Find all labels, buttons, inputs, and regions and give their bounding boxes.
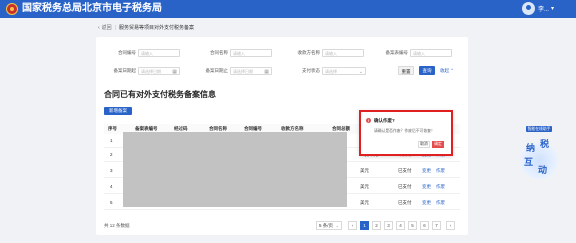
page-button[interactable]: 6 bbox=[420, 221, 429, 230]
breadcrumb: ‹ 返回 | 服务贸易等项目对外支付税务备案 bbox=[98, 24, 194, 32]
page-button[interactable]: 7 bbox=[432, 221, 441, 230]
page-button[interactable]: 3 bbox=[384, 221, 393, 230]
pay-status-select[interactable]: 请选择 ⌄ bbox=[322, 67, 366, 75]
contract-name-input[interactable]: 请输入 bbox=[230, 49, 272, 57]
date-start-picker[interactable]: 请选择日期 ▦ bbox=[138, 67, 180, 75]
assistant-char: 纳 bbox=[526, 143, 536, 153]
payee-name-input[interactable]: 请输入 bbox=[322, 49, 364, 57]
cancel-button[interactable]: 取消 bbox=[418, 141, 430, 148]
assistant-badge[interactable]: 智能在线助手 bbox=[526, 126, 552, 132]
back-arrow-icon[interactable]: ‹ bbox=[98, 24, 100, 32]
payee-name-label: 收款方名称 bbox=[297, 50, 321, 55]
void-link[interactable]: 作废 bbox=[436, 197, 445, 209]
record-no-label: 备案表编号 bbox=[385, 50, 409, 55]
confirm-title: 确认作废? bbox=[374, 118, 395, 123]
chevron-down-icon: ⌄ bbox=[335, 223, 339, 228]
page-size-select[interactable]: 5 条/页 ⌄ bbox=[316, 221, 342, 230]
date-start-label: 备案日期起 bbox=[113, 68, 137, 73]
modify-link[interactable]: 变更 bbox=[422, 181, 431, 193]
pagination-total: 共 12 条数据 bbox=[104, 223, 130, 228]
status-cell: 已支付 bbox=[398, 184, 412, 189]
void-link[interactable]: 作废 bbox=[436, 165, 445, 177]
row-index: 1 bbox=[110, 138, 113, 143]
status-cell: 已支付 bbox=[398, 168, 412, 173]
breadcrumb-separator: | bbox=[114, 25, 116, 31]
user-menu[interactable]: 李... ▾ bbox=[521, 2, 554, 15]
currency-cell: 美元 bbox=[360, 200, 369, 205]
confirm-button[interactable]: 确定 bbox=[432, 141, 444, 148]
tax-emblem-icon bbox=[6, 3, 18, 15]
avatar[interactable] bbox=[521, 2, 535, 15]
page-button[interactable]: 5 bbox=[408, 221, 417, 230]
chevron-down-icon[interactable]: ▾ bbox=[551, 5, 554, 12]
date-end-label: 备案日期止 bbox=[205, 68, 229, 73]
assistant-char: 互 bbox=[524, 157, 534, 167]
calendar-icon: ▦ bbox=[264, 69, 269, 75]
contract-name-label: 合同名称 bbox=[210, 50, 228, 55]
add-record-button[interactable]: 新增备案 bbox=[104, 107, 132, 115]
tax-assistant-widget[interactable]: 纳 税 互 动 bbox=[516, 137, 560, 179]
modify-link[interactable]: 变更 bbox=[422, 197, 431, 209]
redacted-region bbox=[123, 132, 347, 207]
contract-no-label: 合同编号 bbox=[118, 50, 136, 55]
pay-status-label: 支付状态 bbox=[302, 68, 320, 73]
prev-page-button[interactable]: ‹ bbox=[348, 221, 357, 230]
app-title: 国家税务总局北京市电子税务局 bbox=[22, 3, 162, 14]
chevron-down-icon: ⌄ bbox=[358, 69, 363, 75]
chevron-up-icon: ⌃ bbox=[450, 68, 455, 73]
date-end-picker[interactable]: 请选择日期 ▦ bbox=[230, 67, 272, 75]
top-bar: 国家税务总局北京市电子税务局 李... ▾ bbox=[0, 0, 576, 18]
next-page-button[interactable]: › bbox=[446, 221, 455, 230]
status-cell: 已支付 bbox=[398, 200, 412, 205]
row-index: 2 bbox=[110, 152, 113, 157]
page-title: 服务贸易等项目对外支付税务备案 bbox=[119, 25, 195, 31]
assistant-char: 税 bbox=[540, 139, 550, 149]
back-link[interactable]: 返回 bbox=[102, 24, 112, 32]
void-confirm-popover: ! 确认作废? 请确认是否作废？作废后不可恢复！ 取消 确定 bbox=[359, 110, 453, 156]
row-index: 5 bbox=[110, 200, 113, 205]
currency-cell: 美元 bbox=[360, 184, 369, 189]
row-index: 3 bbox=[110, 168, 113, 173]
page-button[interactable]: 4 bbox=[396, 221, 405, 230]
column-header: 序号 bbox=[108, 126, 117, 131]
confirm-message: 请确认是否作废？作废后不可恢复！ bbox=[374, 129, 435, 133]
record-no-input[interactable]: 请输入 bbox=[410, 49, 452, 57]
currency-cell: 美元 bbox=[360, 168, 369, 173]
contract-no-input[interactable]: 请输入 bbox=[138, 49, 180, 57]
user-name[interactable]: 李... bbox=[538, 4, 549, 13]
warning-icon: ! bbox=[366, 118, 371, 123]
row-index: 4 bbox=[110, 184, 113, 189]
void-link[interactable]: 作废 bbox=[436, 181, 445, 193]
modify-link[interactable]: 变更 bbox=[422, 165, 431, 177]
search-button[interactable]: 查询 bbox=[419, 66, 435, 75]
section-title: 合同已有对外支付税务备案信息 bbox=[104, 90, 216, 99]
collapse-toggle[interactable]: 收起 ⌃ bbox=[440, 66, 454, 75]
page-button[interactable]: 2 bbox=[372, 221, 381, 230]
assistant-char: 动 bbox=[538, 165, 548, 175]
reset-button[interactable]: 重置 bbox=[398, 66, 414, 75]
page-button[interactable]: 1 bbox=[360, 221, 369, 230]
calendar-icon: ▦ bbox=[172, 69, 177, 75]
